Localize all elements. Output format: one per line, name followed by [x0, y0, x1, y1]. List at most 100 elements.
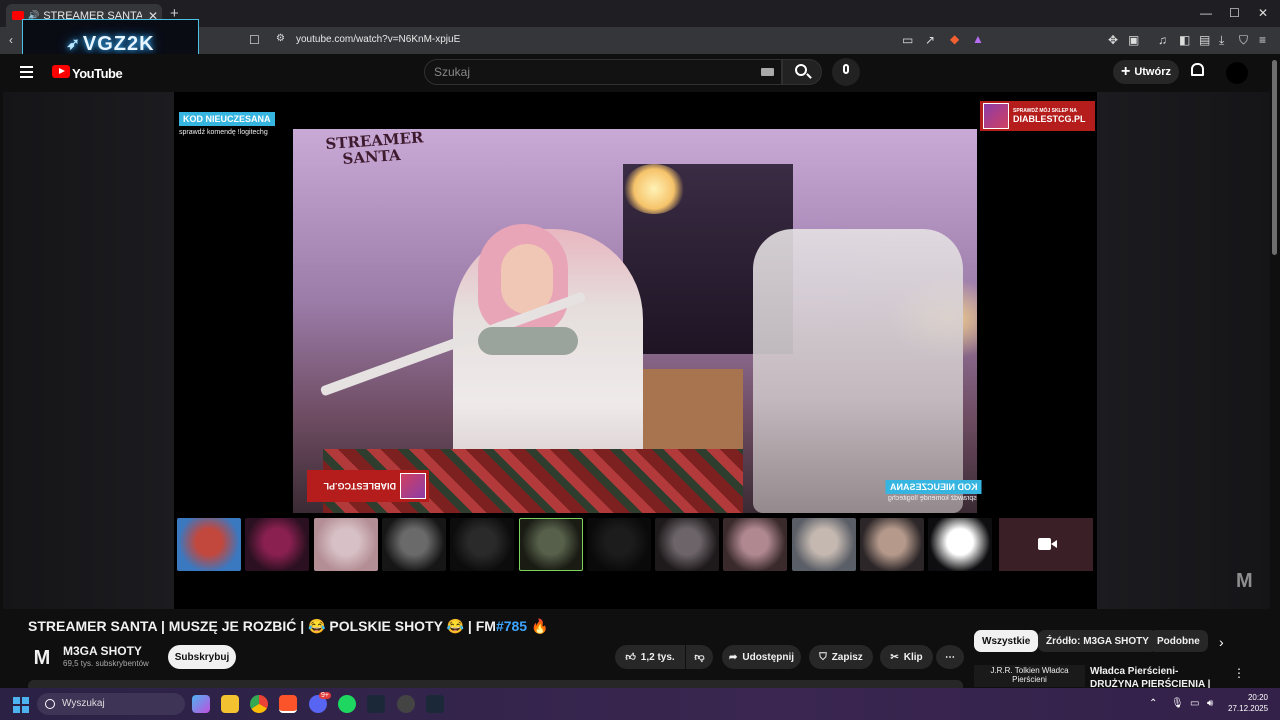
participant-thumbnail[interactable] — [519, 518, 583, 571]
brave-browser-icon[interactable] — [279, 695, 297, 713]
share-button[interactable]: ➦ Udostępnij — [722, 645, 801, 669]
file-explorer-icon[interactable] — [221, 695, 239, 713]
participant-thumbnail[interactable] — [928, 518, 992, 571]
kod-badge-mirrored: KOD NIEUCZESANA — [886, 480, 982, 494]
video-title: STREAMER SANTA | MUSZĘ JE ROZBIĆ | 😂 POL… — [28, 618, 548, 635]
video-hashtag[interactable]: #785 — [496, 618, 527, 634]
vpn-icon[interactable]: ⛉ — [1239, 33, 1248, 48]
scissors-icon: ✂ — [890, 651, 899, 663]
close-window-button[interactable]: ✕ — [1258, 6, 1268, 20]
minimize-button[interactable]: — — [1200, 6, 1212, 20]
channel-avatar[interactable]: M — [28, 644, 56, 672]
download-icon[interactable]: ⤓ — [1219, 33, 1224, 48]
participant-thumbnail[interactable] — [245, 518, 309, 571]
like-count: 1,2 tys. — [640, 651, 675, 663]
youtube-logo-text[interactable]: YouTube — [72, 66, 123, 81]
extensions-icon[interactable]: ✥ — [1108, 33, 1118, 47]
taskbar-search-input[interactable] — [37, 693, 185, 715]
microphone-tray-icon[interactable]: 🎙︎ — [1171, 698, 1184, 709]
system-clock[interactable]: 20:20 27.12.2025 — [1228, 692, 1268, 714]
chips-next-chevron-icon[interactable]: › — [1219, 634, 1224, 650]
discord-badge: 9+ — [319, 692, 331, 699]
network-icon[interactable]: ▭ — [1190, 698, 1199, 709]
participant-thumbnail[interactable] — [450, 518, 514, 571]
diablestcg-promo-bottom: DIABLESTCG.PL — [307, 470, 429, 502]
cast-icon[interactable]: ▭ — [902, 33, 913, 47]
bird-icon: ➶ — [66, 36, 81, 53]
steam-app-icon[interactable] — [426, 695, 444, 713]
show-hidden-icons-chevron-icon[interactable]: ⌃ — [1149, 698, 1157, 709]
volume-icon[interactable]: 🔊︎ — [1207, 698, 1213, 709]
clip-label: Klip — [903, 651, 923, 663]
wallet-icon[interactable]: ▤ — [1199, 33, 1210, 47]
description-box[interactable] — [28, 680, 963, 688]
spotify-icon[interactable] — [338, 695, 356, 713]
music-icon[interactable]: ♫ — [1158, 33, 1167, 47]
participant-thumbnail[interactable] — [177, 518, 241, 571]
sidebar-icon[interactable]: ◧ — [1179, 33, 1190, 47]
chip-all[interactable]: Wszystkie — [974, 630, 1039, 652]
fire-emoji: 🔥 — [531, 618, 549, 634]
participant-thumbnail[interactable] — [587, 518, 651, 571]
keyboard-icon[interactable] — [761, 68, 774, 76]
participant-thumbnail[interactable] — [860, 518, 924, 571]
search-placeholder: Szukaj — [434, 65, 471, 79]
thumbs-down-icon: 👎︎ — [694, 652, 705, 663]
subscriber-count: 69,5 tys. subskrybentów — [63, 659, 149, 668]
chrome-icon[interactable] — [250, 695, 268, 713]
channel-watermark[interactable]: M — [1236, 570, 1253, 593]
like-button[interactable]: 👍︎ 1,2 tys. — [615, 645, 685, 669]
maximize-button[interactable]: ☐ — [1229, 6, 1240, 20]
windows-start-icon[interactable] — [13, 697, 29, 713]
subscribe-button[interactable]: Subskrybuj — [168, 645, 236, 669]
brave-rewards-icon[interactable]: ▲ — [972, 32, 984, 46]
participant-thumbnail[interactable] — [314, 518, 378, 571]
menu-icon[interactable]: ≡ — [1259, 33, 1266, 47]
kod-subtitle: sprawdź komendę !logitechg — [179, 129, 268, 136]
save-button[interactable]: ⛉ Zapisz — [809, 645, 873, 669]
recommendation-menu-icon[interactable]: ⋮ — [1233, 666, 1245, 680]
brave-shield-icon[interactable]: ◆ — [950, 32, 959, 46]
recommendation-title[interactable]: Władca Pierścieni- DRUŻYNA PIERŚCIENIA |… — [1090, 665, 1220, 688]
video-title-text: STREAMER SANTA | MUSZĘ JE ROZBIĆ | 😂 POL… — [28, 618, 496, 634]
back-icon[interactable]: ‹ — [9, 33, 13, 47]
youtube-logo-icon[interactable] — [52, 65, 70, 78]
clip-button[interactable]: ✂ Klip — [880, 645, 933, 669]
thumbs-up-icon: 👍︎ — [625, 652, 636, 663]
gaming-chair — [753, 229, 963, 513]
participant-thumbnail[interactable] — [655, 518, 719, 571]
notifications-bell-icon[interactable] — [1191, 63, 1204, 76]
overlay-logo-text: VGZ2K — [82, 32, 155, 55]
participant-thumbnail[interactable] — [723, 518, 787, 571]
bookmark-icon[interactable]: ☐ — [249, 33, 260, 47]
share-icon[interactable]: ↗ — [925, 33, 935, 47]
card-pack-icon — [983, 103, 1009, 129]
chip-similar[interactable]: Podobne — [1149, 630, 1208, 652]
guide-menu-icon[interactable] — [20, 66, 33, 81]
kod-subtitle-mirrored: sprawdź komendę !logitechg — [888, 495, 977, 502]
paper-lamp — [623, 164, 685, 214]
recommendation-thumbnail[interactable]: J.R.R. Tolkien Władca Pierścieni — [974, 665, 1085, 687]
search-input[interactable] — [424, 59, 782, 85]
channel-name[interactable]: M3GA SHOTY — [63, 644, 142, 658]
taskbar-search-icon — [45, 699, 55, 709]
steam-icon[interactable] — [367, 695, 385, 713]
create-button[interactable]: + Utwórz — [1113, 60, 1179, 84]
diablestcg-promo-top: SPRAWDŹ MÓJ SKLEP NA DIABLESTCG.PL — [980, 101, 1095, 131]
microphone-icon — [843, 64, 849, 74]
scrollbar-thumb[interactable] — [1272, 60, 1277, 255]
search-icon — [795, 64, 807, 76]
participant-thumbnail[interactable] — [382, 518, 446, 571]
copilot-icon[interactable] — [192, 695, 210, 713]
more-actions-button[interactable]: ⋯ — [936, 645, 964, 669]
screenshot-icon[interactable]: ▣ — [1128, 33, 1139, 47]
participant-thumbnail[interactable] — [792, 518, 856, 571]
site-info-icon[interactable]: ⚙ — [276, 33, 285, 44]
kod-badge: KOD NIEUCZESANA — [179, 112, 275, 126]
account-avatar[interactable] — [1226, 62, 1248, 84]
url-field[interactable]: youtube.com/watch?v=N6KnM-xpjuE — [296, 34, 460, 45]
chip-source[interactable]: Źródło: M3GA SHOTY — [1038, 630, 1157, 652]
streamer-face — [501, 244, 553, 314]
obs-icon[interactable] — [397, 695, 415, 713]
dislike-button[interactable]: 👎︎ — [686, 645, 713, 669]
